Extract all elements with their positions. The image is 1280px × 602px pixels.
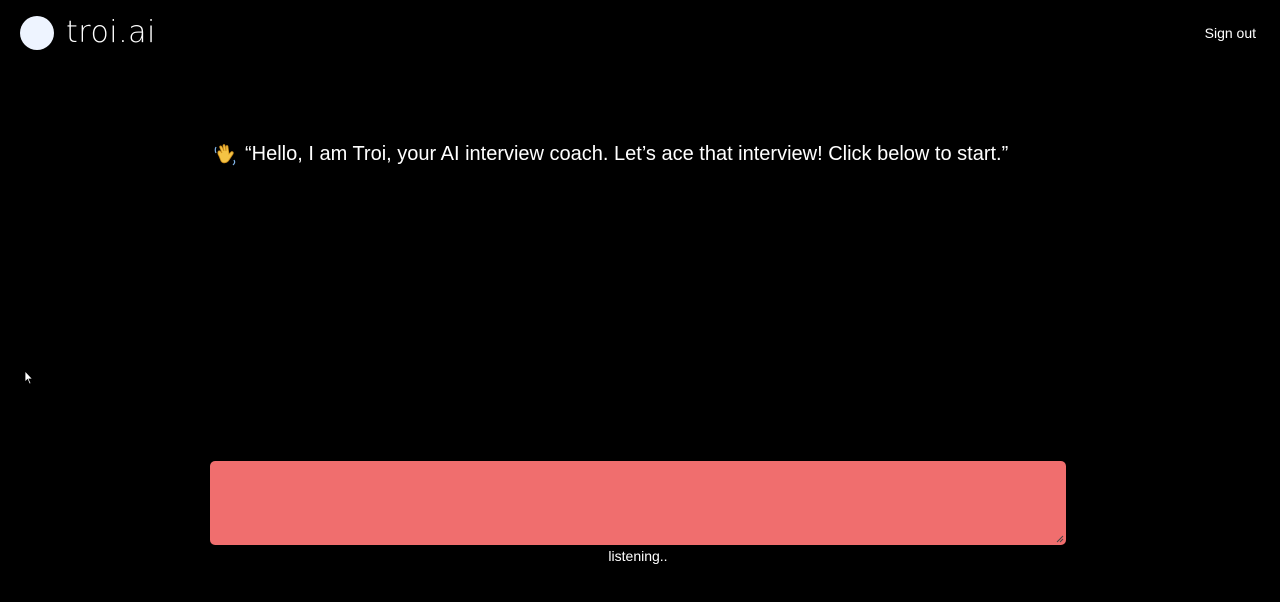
logo-circle-icon [20,16,54,50]
resize-handle-icon[interactable] [1056,535,1064,543]
coach-greeting: “Hello, I am Troi, your AI interview coa… [213,141,1008,167]
logo-text: troi.ai [66,15,156,50]
waving-hand-icon [214,144,236,166]
app-page: troi.ai Sign out “Hello, I am Troi, your… [0,0,1280,602]
logo-link[interactable]: troi.ai [20,16,156,50]
sign-out-button[interactable]: Sign out [1205,25,1256,41]
listening-status: listening.. [608,548,668,564]
mouse-cursor-icon [24,370,34,385]
top-bar: troi.ai Sign out [0,0,1280,68]
record-answer-box[interactable] [210,461,1066,545]
greeting-text: “Hello, I am Troi, your AI interview coa… [245,142,1009,165]
